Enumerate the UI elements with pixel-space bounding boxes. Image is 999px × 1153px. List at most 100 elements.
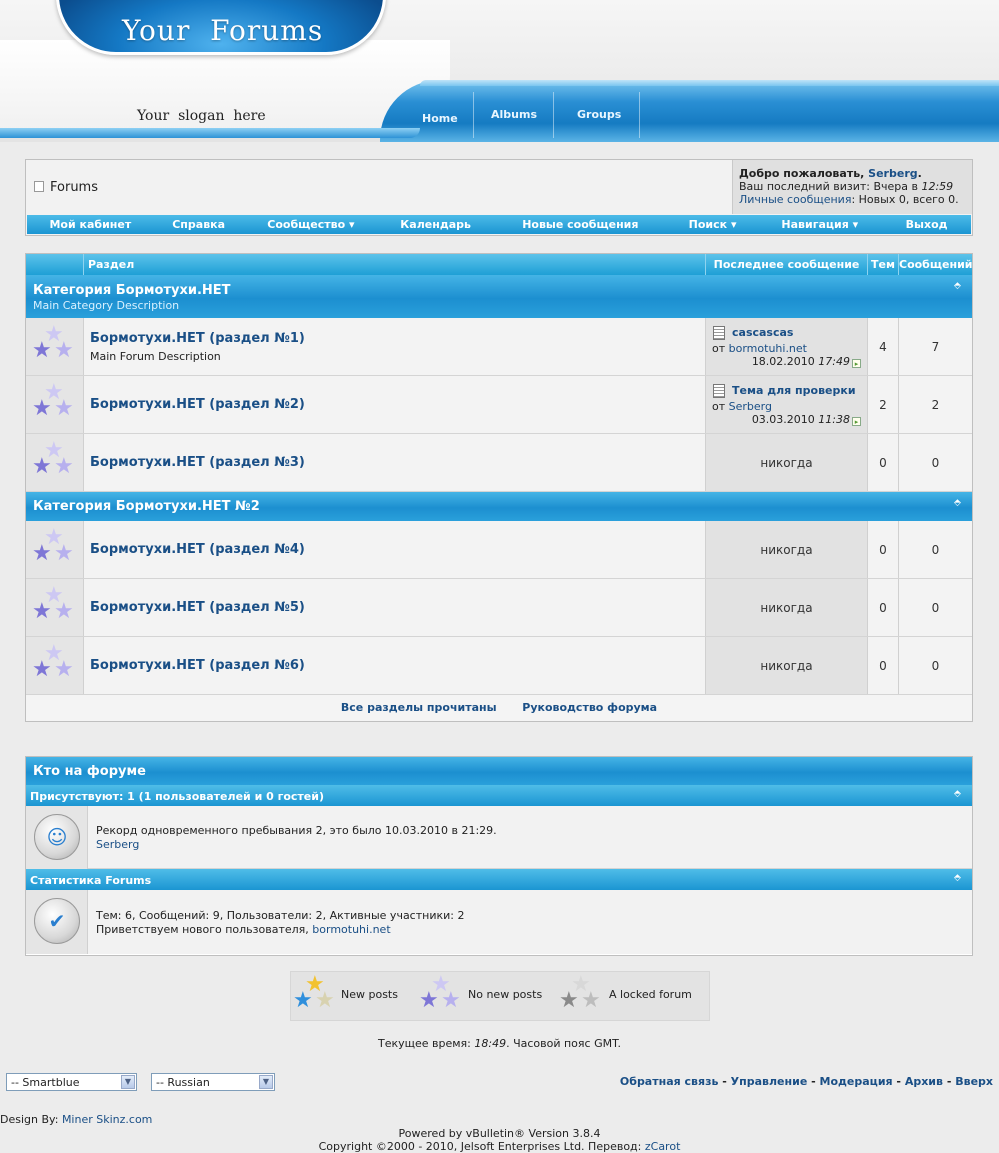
forum-title-link[interactable]: Бормотухи.НЕТ (раздел №1) — [90, 331, 305, 346]
forum-title-link[interactable]: Бормотухи.НЕТ (раздел №6) — [90, 658, 305, 673]
back-to-top-link[interactable]: Вверх — [955, 1075, 993, 1088]
column-posts: Сообщений — [899, 258, 973, 271]
chevron-down-icon[interactable]: ▼ — [259, 1075, 273, 1089]
welcome-user-link[interactable]: Serberg — [868, 167, 917, 180]
contact-us-link[interactable]: Обратная связь — [620, 1075, 719, 1088]
collapse-icon[interactable]: ⬘ — [954, 498, 964, 508]
forum-list-table: Раздел Последнее сообщение Тем Сообщений… — [25, 253, 973, 722]
forum-title-link[interactable]: Бормотухи.НЕТ (раздел №2) — [90, 397, 305, 412]
thread-icon — [713, 384, 725, 398]
forum-row: ★ ★ ★ Бормотухи.НЕТ (раздел №6) никогда 0 … — [26, 637, 972, 695]
admin-link[interactable]: Управление — [731, 1075, 808, 1088]
copyright-block: Powered by vBulletin® Version 3.8.4 Copy… — [0, 1127, 999, 1153]
menu-logout[interactable]: Выход — [882, 215, 971, 234]
collapse-icon[interactable]: ⬘ — [954, 873, 964, 883]
thread-icon — [713, 326, 725, 340]
whos-online-panel: Кто на форуме Присутствуют: 1 (1 пользов… — [25, 756, 973, 956]
designer-link[interactable]: Miner Skinz.com — [62, 1113, 152, 1126]
dropdown-arrow-icon: ▾ — [730, 218, 737, 231]
column-last-post: Последнее сообщение — [706, 254, 868, 275]
menu-my-cabinet[interactable]: Мой кабинет — [27, 215, 154, 234]
language-chooser-select[interactable]: -- Russian ▼ — [151, 1073, 275, 1091]
users-online-icon: ☺ — [34, 814, 80, 860]
last-visit-time: 12:59 — [921, 180, 954, 193]
breadcrumb-current: Forums — [50, 180, 98, 195]
category-row[interactable]: Категория Бормотухи.НЕТ №2 ⬘ — [26, 492, 972, 521]
menu-help[interactable]: Справка — [154, 215, 244, 234]
archive-link[interactable]: Архив — [905, 1075, 943, 1088]
dropdown-arrow-icon: ▾ — [852, 218, 859, 231]
newest-user-link[interactable]: bormotuhi.net — [312, 923, 390, 936]
breadcrumb: Forums — [34, 180, 98, 195]
column-forum: Раздел — [84, 254, 706, 275]
locked-forum-icon: ★ ★ ★ — [559, 972, 601, 1013]
chevron-down-icon[interactable]: ▼ — [121, 1075, 135, 1089]
site-header: Your Forums Your slogan here Home Albums… — [0, 0, 999, 142]
go-to-last-post-icon[interactable]: ▸ — [852, 359, 861, 368]
dropdown-arrow-icon: ▾ — [349, 218, 355, 231]
stats-title: Статистика Forums — [30, 874, 152, 887]
menu-new-posts[interactable]: Новые сообщения — [493, 215, 668, 234]
collapse-icon[interactable]: ⬘ — [954, 789, 964, 799]
translator-link[interactable]: zCarot — [645, 1140, 681, 1153]
legend-no-new-posts: ★ ★ ★ No new posts — [419, 972, 549, 1022]
online-record-text: Рекорд одновременного пребывания 2, это … — [96, 824, 497, 837]
forum-row: ★ ★ ★ Бормотухи.НЕТ (раздел №2) Тема для п… — [26, 376, 972, 434]
tab-home[interactable]: Home — [422, 112, 458, 125]
online-user-link[interactable]: Serberg — [96, 838, 139, 851]
last-post-never: никогда — [760, 456, 813, 470]
welcome-panel: Добро пожаловать, Serberg. Ваш последний… — [732, 160, 972, 214]
forum-title-link[interactable]: Бормотухи.НЕТ (раздел №3) — [90, 455, 305, 470]
category-title[interactable]: Категория Бормотухи.НЕТ №2 — [33, 499, 260, 514]
tab-groups[interactable]: Groups — [577, 108, 621, 121]
legend-new-posts-label: New posts — [341, 988, 398, 1001]
category-title[interactable]: Категория Бормотухи.НЕТ — [33, 283, 231, 298]
last-post-user-link[interactable]: Serberg — [729, 400, 772, 413]
collapse-icon[interactable]: ⬘ — [954, 281, 964, 291]
site-logo[interactable]: Your Forums — [122, 14, 323, 47]
footer-links: Обратная связь - Управление - Модерация … — [619, 1075, 993, 1088]
last-post-title-link[interactable]: Тема для проверки — [732, 384, 856, 397]
last-post-never: никогда — [760, 543, 813, 557]
menu-search[interactable]: Поиск ▾ — [668, 215, 758, 234]
last-post-date: 03.03.2010 — [751, 413, 815, 426]
moderation-link[interactable]: Модерация — [820, 1075, 893, 1088]
post-count: 0 — [931, 543, 940, 557]
style-chooser-value: -- Smartblue — [11, 1076, 80, 1089]
thread-count: 2 — [879, 398, 887, 412]
timezone-text: . Часовой пояс GMT. — [506, 1037, 621, 1050]
whos-online-header: Кто на форуме — [26, 757, 972, 785]
private-messages-link[interactable]: Личные сообщения — [739, 193, 851, 206]
menu-community[interactable]: Сообщество ▾ — [244, 215, 379, 234]
menu-search-label: Поиск — [688, 218, 728, 231]
category-row[interactable]: Категория Бормотухи.НЕТ Main Category De… — [26, 275, 972, 318]
online-count-text[interactable]: Присутствуют: 1 (1 пользователей и 0 гос… — [30, 790, 324, 803]
mark-all-read-link[interactable]: Все разделы прочитаны — [341, 701, 497, 714]
language-chooser-value: -- Russian — [156, 1076, 210, 1089]
forum-status-icon: ★ ★ ★ — [32, 380, 74, 421]
post-count: 2 — [931, 398, 940, 412]
welcome-prefix: Добро пожаловать, — [739, 167, 869, 180]
forum-title-link[interactable]: Бормотухи.НЕТ (раздел №5) — [90, 600, 305, 615]
last-post-title-link[interactable]: cascascas — [732, 326, 793, 339]
menu-navigation[interactable]: Навигация ▾ — [757, 215, 882, 234]
forum-status-icon: ★ ★ ★ — [32, 525, 74, 566]
design-credit: Design By: Miner Skinz.com — [0, 1113, 152, 1126]
copyright-text: Copyright ©2000 - 2010, Jelsoft Enterpri… — [318, 1140, 645, 1153]
thread-count: 0 — [879, 456, 887, 470]
tab-albums[interactable]: Albums — [491, 108, 537, 121]
menu-community-label: Сообщество — [267, 218, 346, 231]
forum-title-link[interactable]: Бормотухи.НЕТ (раздел №4) — [90, 542, 305, 557]
thread-count: 0 — [879, 543, 887, 557]
menu-calendar[interactable]: Календарь — [378, 215, 493, 234]
new-posts-icon: ★ ★ ★ — [293, 972, 335, 1013]
page-icon — [34, 181, 44, 192]
thread-count: 0 — [879, 659, 887, 673]
go-to-last-post-icon[interactable]: ▸ — [852, 417, 861, 426]
style-chooser-select[interactable]: -- Smartblue ▼ — [6, 1073, 137, 1091]
welcome-suffix: . — [917, 167, 922, 180]
nav-divider — [639, 92, 640, 138]
forum-guide-link[interactable]: Руководство форума — [522, 701, 657, 714]
whos-online-title[interactable]: Кто на форуме — [33, 764, 146, 779]
last-post-user-link[interactable]: bormotuhi.net — [729, 342, 807, 355]
